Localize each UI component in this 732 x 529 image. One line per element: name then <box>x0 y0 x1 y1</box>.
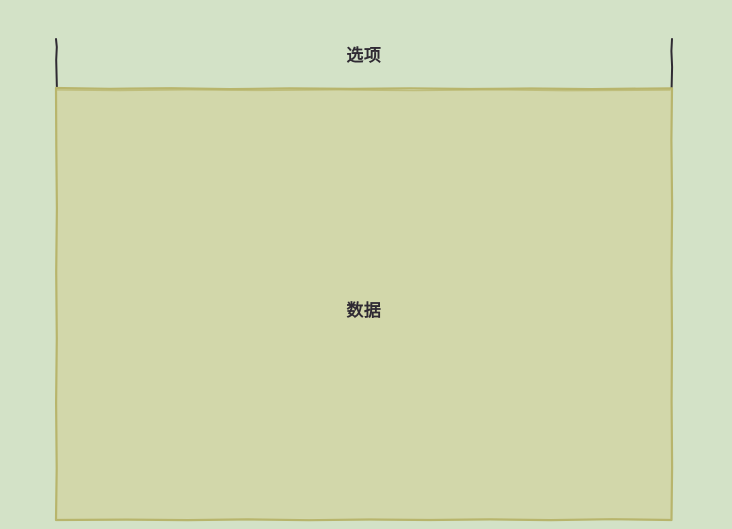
header-label: 选项 <box>346 46 382 66</box>
data-label: 数据 <box>346 301 382 321</box>
diagram-canvas: 选项 数据 <box>0 0 732 529</box>
diagram-drawing <box>54 38 674 522</box>
